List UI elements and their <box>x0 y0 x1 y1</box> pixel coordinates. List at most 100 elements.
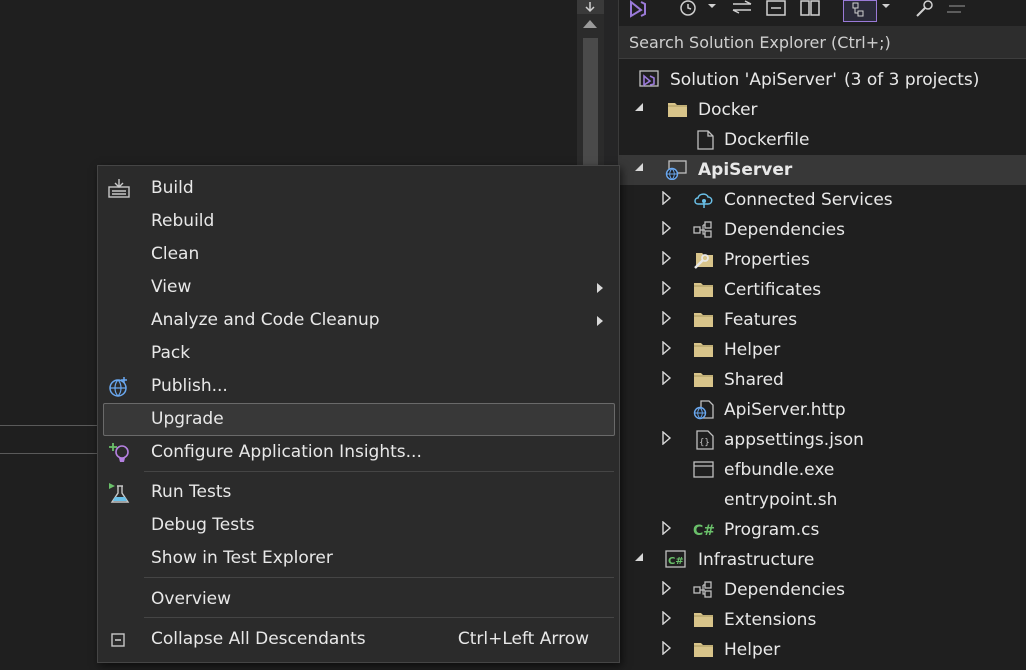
tree-item-docker[interactable]: Docker <box>619 95 1026 125</box>
build-icon <box>108 178 130 200</box>
tree-item-connected-services[interactable]: Connected Services <box>619 185 1026 215</box>
web-project-icon <box>665 160 687 181</box>
sync-with-active-document-icon[interactable] <box>843 0 877 22</box>
menu-separator <box>144 577 614 578</box>
expanded-arrow-icon[interactable] <box>633 95 645 125</box>
chevron-down-icon[interactable] <box>881 0 891 20</box>
menu-item-label: Clean <box>151 244 200 264</box>
tree-item-label: Dependencies <box>724 580 845 600</box>
collapsed-arrow-icon[interactable] <box>661 515 673 545</box>
menu-item-pack[interactable]: Pack <box>98 337 619 370</box>
menu-item-analyze-and-code-cleanup[interactable]: Analyze and Code Cleanup <box>98 304 619 337</box>
menu-item-show-in-test-explorer[interactable]: Show in Test Explorer <box>98 542 619 575</box>
scrollbar-thumb[interactable] <box>583 38 598 168</box>
collapsed-arrow-icon[interactable] <box>661 365 673 395</box>
tree-item-label: Connected Services <box>724 190 893 210</box>
expanded-arrow-icon[interactable] <box>633 155 645 185</box>
expanded-arrow-icon[interactable] <box>633 545 645 575</box>
menu-item-collapse-all-descendants[interactable]: Collapse All Descendants Ctrl+Left Arrow <box>98 623 619 656</box>
tree-item-helper[interactable]: Helper <box>619 335 1026 365</box>
menu-item-label: Configure Application Insights... <box>151 442 422 462</box>
collapsed-arrow-icon[interactable] <box>661 305 673 335</box>
collapsed-arrow-icon[interactable] <box>661 275 673 305</box>
tree-item-certificates[interactable]: Certificates <box>619 275 1026 305</box>
menu-item-debug-tests[interactable]: Debug Tests <box>98 509 619 542</box>
menu-item-view[interactable]: View <box>98 271 619 304</box>
menu-item-rebuild[interactable]: Rebuild <box>98 205 619 238</box>
submenu-arrow-icon <box>597 283 603 293</box>
tree-item-dockerfile[interactable]: Dockerfile <box>619 125 1026 155</box>
menu-item-label: View <box>151 277 192 297</box>
collapsed-arrow-icon[interactable] <box>661 335 673 365</box>
show-all-files-icon[interactable] <box>799 0 821 20</box>
folder-icon <box>693 610 715 630</box>
collapsed-arrow-icon[interactable] <box>661 215 673 245</box>
tree-item-dependencies[interactable]: Dependencies <box>619 215 1026 245</box>
collapsed-arrow-icon[interactable] <box>661 575 673 605</box>
menu-item-label: Run Tests <box>151 482 232 502</box>
tree-item-suffix: (3 of 3 projects) <box>844 70 980 90</box>
publish-globe-icon <box>108 376 130 398</box>
menu-item-run-tests[interactable]: Run Tests <box>98 476 619 509</box>
tree-item-infrastructure[interactable]: C# Infrastructure <box>619 545 1026 575</box>
tree-item-apiserver[interactable]: ApiServer <box>619 155 1026 185</box>
folder-icon <box>667 100 689 120</box>
tree-item-program-cs[interactable]: C# Program.cs <box>619 515 1026 545</box>
folder-icon <box>693 640 715 660</box>
history-icon[interactable] <box>677 0 699 20</box>
search-solution-explorer[interactable] <box>619 26 1026 59</box>
editor-divider-line <box>0 425 110 426</box>
tree-item-shared[interactable]: Shared <box>619 365 1026 395</box>
menu-item-clean[interactable]: Clean <box>98 238 619 271</box>
collapsed-arrow-icon[interactable] <box>661 605 673 635</box>
properties-wrench-icon[interactable] <box>913 0 935 20</box>
tree-item-label: Helper <box>724 340 781 360</box>
scrollbar-top-button[interactable] <box>577 0 604 14</box>
menu-item-configure-app-insights[interactable]: Configure Application Insights... <box>98 436 619 469</box>
solution-icon <box>639 70 661 90</box>
tree-item-label: Dockerfile <box>724 130 810 150</box>
context-menu: Build Rebuild Clean View Analyze and Cod… <box>97 165 620 663</box>
tree-item-solution[interactable]: Solution 'ApiServer' (3 of 3 projects) <box>619 65 1026 95</box>
http-file-icon <box>693 400 715 420</box>
menu-item-build[interactable]: Build <box>98 172 619 205</box>
scroll-up-arrow-icon[interactable] <box>583 20 597 28</box>
preview-icon[interactable] <box>945 0 967 20</box>
menu-item-overview[interactable]: Overview <box>98 583 619 616</box>
collapse-all-icon[interactable] <box>765 0 787 20</box>
dependencies-icon <box>693 580 715 600</box>
menu-item-publish[interactable]: Publish... <box>98 370 619 403</box>
tree-item-efbundle[interactable]: efbundle.exe <box>619 455 1026 485</box>
chevron-down-icon[interactable] <box>707 0 717 20</box>
menu-item-shortcut: Ctrl+Left Arrow <box>457 629 589 649</box>
tree-item-label: Program.cs <box>724 520 820 540</box>
collapsed-arrow-icon[interactable] <box>661 245 673 275</box>
tree-item-label: efbundle.exe <box>724 460 835 480</box>
collapsed-arrow-icon[interactable] <box>661 185 673 215</box>
sync-icon[interactable] <box>731 0 753 20</box>
solution-explorer: Solution 'ApiServer' (3 of 3 projects) D… <box>618 0 1026 661</box>
tree-item-label: Solution 'ApiServer' <box>670 70 837 90</box>
tree-item-features[interactable]: Features <box>619 305 1026 335</box>
tree-item-label: ApiServer.http <box>724 400 846 420</box>
menu-item-upgrade[interactable]: Upgrade <box>98 403 619 436</box>
tree-item-extensions[interactable]: Extensions <box>619 605 1026 635</box>
tree-item-dependencies[interactable]: Dependencies <box>619 575 1026 605</box>
tree-item-label: Dependencies <box>724 220 845 240</box>
menu-item-label: Pack <box>151 343 191 363</box>
tree-item-appsettings[interactable]: {} appsettings.json <box>619 425 1026 455</box>
tree-item-apiserver-http[interactable]: ApiServer.http <box>619 395 1026 425</box>
tree-item-label: Shared <box>724 370 784 390</box>
folder-icon <box>693 280 715 300</box>
tree-item-entrypoint[interactable]: entrypoint.sh <box>619 485 1026 515</box>
csharp-file-icon: C# <box>693 520 715 540</box>
search-input[interactable] <box>619 26 1024 58</box>
tree-item-properties[interactable]: Properties <box>619 245 1026 275</box>
menu-item-label: Debug Tests <box>151 515 255 535</box>
tree-item-label: ApiServer <box>698 160 793 180</box>
solution-explorer-toolbar <box>619 0 1026 22</box>
properties-icon <box>693 250 715 270</box>
tree-item-label: Extensions <box>724 610 817 630</box>
vs-solution-icon[interactable] <box>627 0 649 20</box>
collapsed-arrow-icon[interactable] <box>661 425 673 455</box>
